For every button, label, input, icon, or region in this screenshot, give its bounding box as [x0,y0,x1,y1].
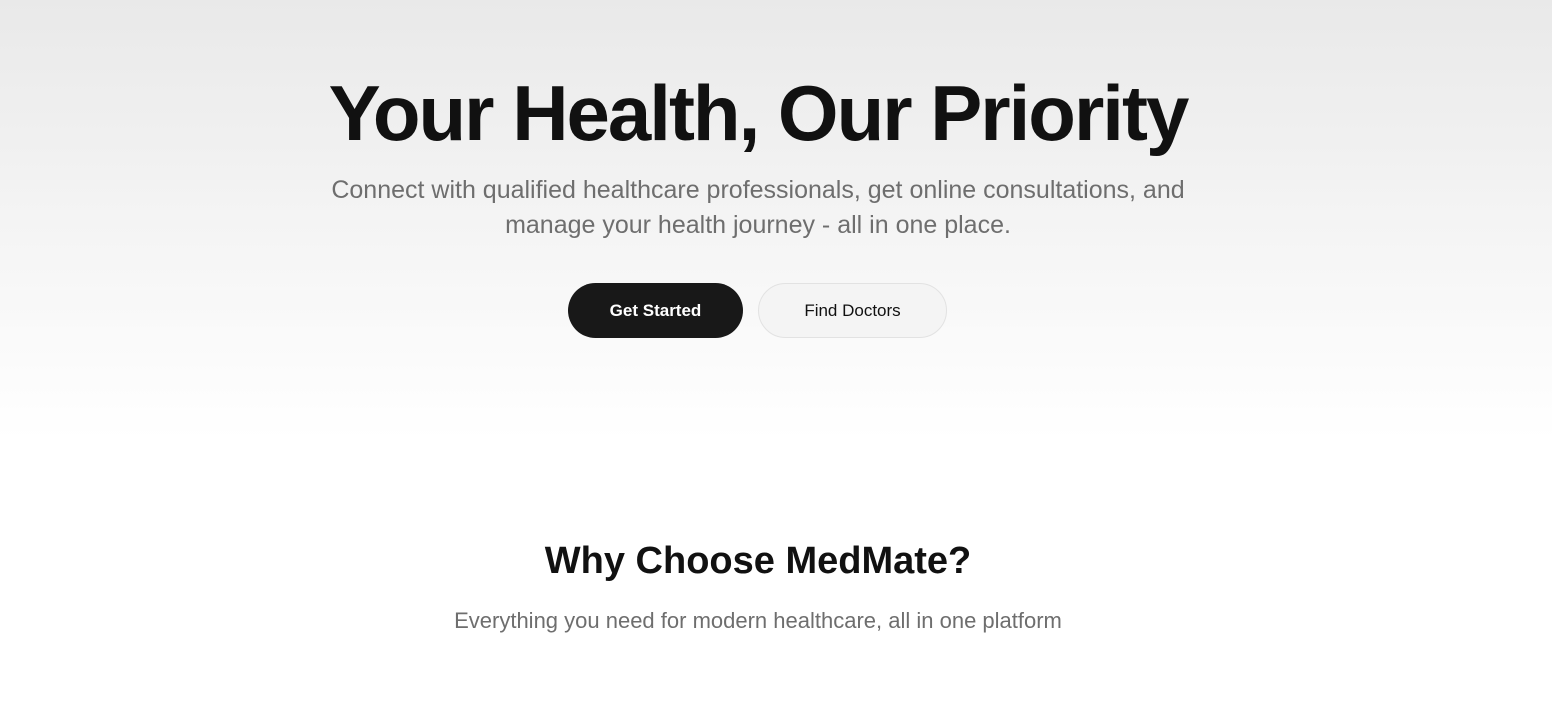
hero-subtitle: Connect with qualified healthcare profes… [331,176,1185,239]
cta-button-group: Get Started Find Doctors [568,283,947,338]
get-started-button[interactable]: Get Started [568,283,743,338]
features-subtitle: Everything you need for modern healthcar… [454,608,1062,633]
hero-title: Your Health, Our Priority [328,69,1190,157]
hero-section: Your Health, Our Priority Connect with q… [0,0,1552,440]
landing-page: Your Health, Our Priority Connect with q… [0,0,1552,710]
features-title: Why Choose MedMate? [544,540,972,582]
find-doctors-button[interactable]: Find Doctors [758,283,947,338]
